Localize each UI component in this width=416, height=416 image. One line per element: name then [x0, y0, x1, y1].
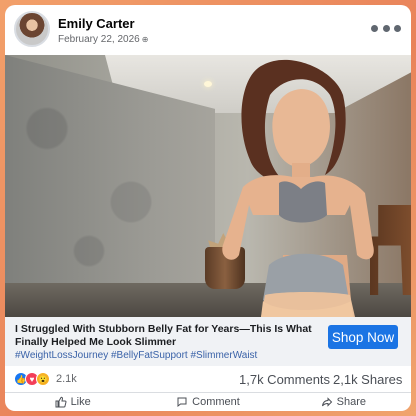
reaction-count: 2.1k	[56, 373, 77, 385]
author-name[interactable]: Emily Carter	[58, 16, 135, 31]
post-card: Emily Carter February 22, 2026 ⊕ I Strugg…	[5, 5, 411, 411]
comment-label: Comment	[192, 396, 240, 408]
woman-figure	[222, 59, 374, 317]
more-icon	[371, 24, 378, 32]
share-icon	[321, 397, 332, 407]
hashtags[interactable]: #WeightLossJourney #BellyFatSupport #Sli…	[15, 350, 257, 361]
share-label: Share	[336, 396, 366, 408]
comment-button[interactable]: Comment	[140, 393, 275, 411]
like-icon	[55, 396, 67, 408]
wow-reaction-icon: 😮	[36, 372, 50, 386]
post-date: February 22, 2026 ⊕	[58, 34, 148, 45]
comment-icon	[177, 397, 187, 408]
post-headline[interactable]: I Struggled With Stubborn Belly Fat for …	[15, 323, 315, 348]
ad-caption: I Struggled With Stubborn Belly Fat for …	[5, 317, 411, 366]
more-button[interactable]	[371, 21, 401, 35]
globe-icon: ⊕	[141, 35, 149, 44]
like-label: Like	[70, 396, 91, 408]
avatar[interactable]	[14, 11, 50, 47]
post-actions: Like Comment Share	[5, 392, 411, 411]
like-button[interactable]: Like	[5, 393, 140, 411]
reactions-summary[interactable]: 👍 ♥ 😮 2.1k	[14, 372, 77, 386]
more-icon	[394, 24, 401, 32]
share-button[interactable]: Share	[276, 393, 411, 411]
more-icon	[382, 24, 390, 32]
post-date-text: February 22, 2026	[58, 34, 140, 45]
shop-now-button[interactable]: Shop Now	[328, 325, 398, 349]
engagement-stats: 👍 ♥ 😮 2.1k 1,7k Comments 2,1k Shares	[5, 366, 411, 392]
comments-count[interactable]: 1,7k Comments	[239, 372, 330, 387]
post-image[interactable]	[5, 55, 411, 317]
shares-count[interactable]: 2,1k Shares	[333, 372, 402, 387]
post-header: Emily Carter February 22, 2026 ⊕	[5, 5, 411, 55]
